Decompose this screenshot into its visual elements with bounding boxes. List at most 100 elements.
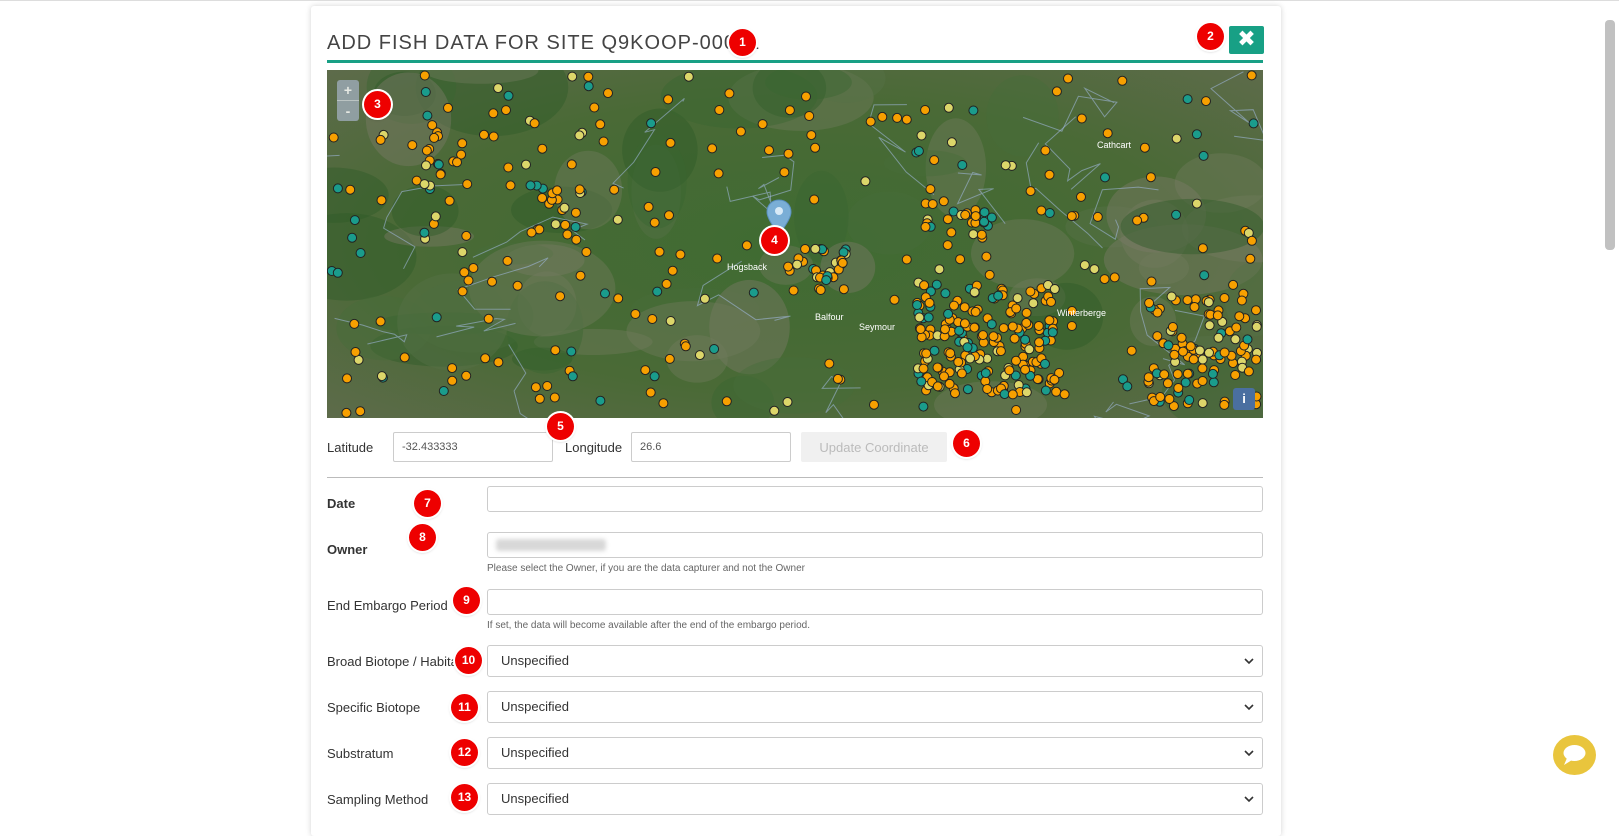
site-marker[interactable] (1047, 327, 1058, 338)
site-marker[interactable] (640, 365, 651, 376)
site-marker[interactable] (680, 341, 691, 352)
site-marker[interactable] (529, 118, 540, 129)
site-marker[interactable] (530, 382, 541, 393)
site-marker[interactable] (1189, 302, 1200, 312)
site-marker[interactable] (860, 176, 871, 187)
site-marker[interactable] (375, 316, 386, 327)
site-marker[interactable] (1163, 340, 1174, 351)
site-marker[interactable] (566, 159, 577, 170)
site-marker[interactable] (927, 199, 938, 210)
site-marker[interactable] (480, 353, 491, 364)
site-marker[interactable] (667, 265, 678, 276)
site-marker[interactable] (583, 71, 594, 82)
site-marker[interactable] (968, 229, 979, 240)
site-marker[interactable] (571, 234, 582, 245)
site-marker[interactable] (420, 87, 431, 97)
site-marker[interactable] (919, 280, 930, 291)
date-input[interactable] (487, 486, 1263, 512)
site-marker[interactable] (984, 269, 995, 280)
site-marker[interactable] (978, 330, 988, 341)
site-marker[interactable] (712, 253, 723, 264)
site-marker[interactable] (960, 209, 971, 220)
site-marker[interactable] (430, 211, 441, 222)
site-marker[interactable] (918, 363, 929, 374)
site-marker[interactable] (837, 257, 848, 268)
substratum-select[interactable]: Unspecified (487, 737, 1263, 769)
site-marker[interactable] (483, 313, 494, 324)
site-marker[interactable] (965, 353, 976, 364)
site-marker[interactable] (1212, 310, 1223, 321)
site-marker[interactable] (438, 386, 449, 396)
site-marker[interactable] (1079, 260, 1090, 271)
site-marker[interactable] (505, 180, 516, 191)
site-marker[interactable] (419, 227, 430, 238)
site-marker[interactable] (782, 397, 793, 407)
site-marker[interactable] (349, 215, 360, 226)
site-marker[interactable] (1044, 208, 1055, 218)
site-marker[interactable] (431, 312, 442, 323)
site-marker[interactable] (946, 227, 957, 238)
site-marker[interactable] (921, 348, 932, 359)
site-marker[interactable] (566, 346, 577, 357)
site-marker[interactable] (1230, 370, 1241, 380)
site-marker[interactable] (764, 145, 774, 156)
site-marker[interactable] (1204, 320, 1215, 331)
site-marker[interactable] (913, 146, 924, 156)
close-button[interactable]: ✖ (1229, 26, 1264, 54)
site-marker[interactable] (707, 143, 718, 154)
site-marker[interactable] (1203, 297, 1214, 308)
site-marker[interactable] (444, 195, 455, 206)
site-marker[interactable] (932, 381, 943, 392)
site-marker[interactable] (1020, 364, 1031, 375)
site-marker[interactable] (1051, 386, 1062, 397)
site-marker[interactable] (912, 300, 923, 310)
site-marker[interactable] (503, 162, 514, 173)
site-marker[interactable] (526, 227, 537, 238)
site-marker[interactable] (595, 119, 606, 130)
site-marker[interactable] (877, 111, 888, 122)
site-marker[interactable] (1197, 376, 1208, 386)
site-marker[interactable] (675, 249, 686, 260)
site-marker[interactable] (1092, 211, 1103, 222)
site-marker[interactable] (709, 344, 720, 354)
site-marker[interactable] (962, 384, 973, 395)
site-marker[interactable] (940, 324, 950, 335)
site-marker[interactable] (375, 134, 386, 145)
site-marker[interactable] (1044, 315, 1055, 326)
site-marker[interactable] (1059, 389, 1070, 400)
site-marker[interactable] (959, 318, 970, 329)
site-marker[interactable] (986, 212, 997, 223)
site-marker[interactable] (603, 88, 613, 99)
site-marker[interactable] (1231, 322, 1242, 333)
site-marker[interactable] (1049, 284, 1060, 294)
site-marker[interactable] (920, 105, 931, 115)
site-marker[interactable] (1236, 295, 1247, 306)
site-marker[interactable] (1100, 172, 1110, 183)
site-marker[interactable] (468, 263, 479, 273)
site-marker[interactable] (1169, 349, 1180, 360)
site-marker[interactable] (332, 267, 343, 278)
site-marker[interactable] (699, 293, 710, 304)
site-marker[interactable] (1143, 372, 1154, 383)
site-marker[interactable] (1184, 395, 1195, 405)
site-marker[interactable] (1040, 358, 1050, 369)
site-marker[interactable] (525, 180, 536, 191)
site-marker[interactable] (512, 280, 523, 291)
site-marker[interactable] (929, 345, 940, 356)
site-marker[interactable] (1049, 374, 1060, 385)
site-marker[interactable] (399, 352, 410, 363)
site-marker[interactable] (598, 136, 609, 147)
site-marker[interactable] (981, 251, 992, 262)
site-marker[interactable] (748, 287, 759, 298)
site-marker[interactable] (865, 116, 876, 127)
site-marker[interactable] (923, 312, 934, 323)
site-marker[interactable] (1191, 198, 1202, 209)
site-marker[interactable] (945, 348, 956, 359)
site-marker[interactable] (1159, 369, 1170, 380)
site-marker[interactable] (493, 357, 504, 368)
site-marker[interactable] (1021, 317, 1032, 328)
site-marker[interactable] (1066, 211, 1077, 222)
site-marker[interactable] (1152, 331, 1163, 342)
broad-biotope-select[interactable]: Unspecified (487, 645, 1263, 677)
site-marker[interactable] (683, 71, 694, 82)
